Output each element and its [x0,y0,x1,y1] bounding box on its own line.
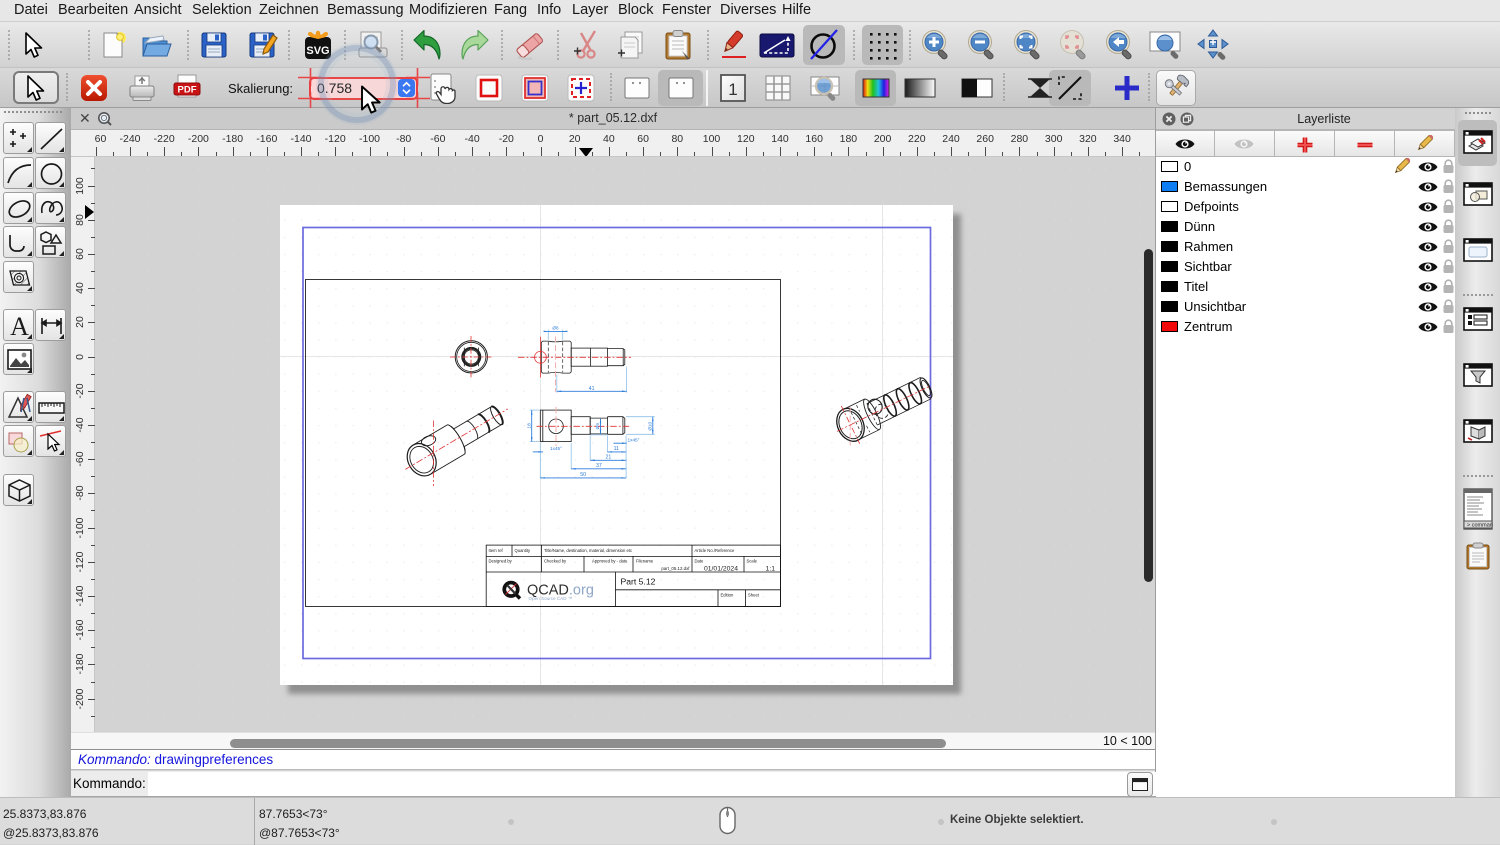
svg-text:Part 5.12: Part 5.12 [621,577,656,587]
svg-text:Ø9: Ø9 [595,423,600,430]
svg-text:37: 37 [596,463,602,469]
svg-text:Checked by: Checked by [544,559,567,564]
svg-text:Designed by: Designed by [489,559,513,564]
svg-text:11: 11 [614,446,619,452]
svg-text:part_05.12.dxf: part_05.12.dxf [661,566,690,571]
svg-text:Date: Date [695,559,705,564]
svg-text:Sheet: Sheet [748,593,760,598]
svg-text:21: 21 [606,454,612,460]
svg-text:Approved by - date: Approved by - date [592,559,628,564]
svg-text:> command: > command [1467,523,1493,529]
svg-text:Open Source CAD ™: Open Source CAD ™ [529,596,573,601]
svg-text:1x45°: 1x45° [628,437,640,442]
svg-text:Ø10: Ø10 [647,422,652,431]
svg-text:Scale: Scale [747,559,758,564]
svg-text:Ø8: Ø8 [552,326,559,331]
svg-text:1: 1 [728,80,737,99]
svg-text:1x45°: 1x45° [550,446,562,451]
svg-text:Filename: Filename [636,559,654,564]
svg-text:50: 50 [580,472,586,478]
svg-text:Quantity: Quantity [515,548,532,553]
svg-text:18: 18 [526,423,532,429]
svg-text:SVG: SVG [306,45,329,57]
svg-text:Item ref: Item ref [489,548,504,553]
svg-text:41: 41 [589,386,595,392]
svg-text:Title/Name, destination, mater: Title/Name, destination, material, dimen… [544,548,632,553]
svg-text:Article No./Reference: Article No./Reference [695,548,735,553]
svg-text:01/01/2024: 01/01/2024 [704,565,738,572]
svg-text:Edition: Edition [721,593,734,598]
svg-text:1:1: 1:1 [766,565,776,572]
svg-text:PDF: PDF [178,85,197,96]
